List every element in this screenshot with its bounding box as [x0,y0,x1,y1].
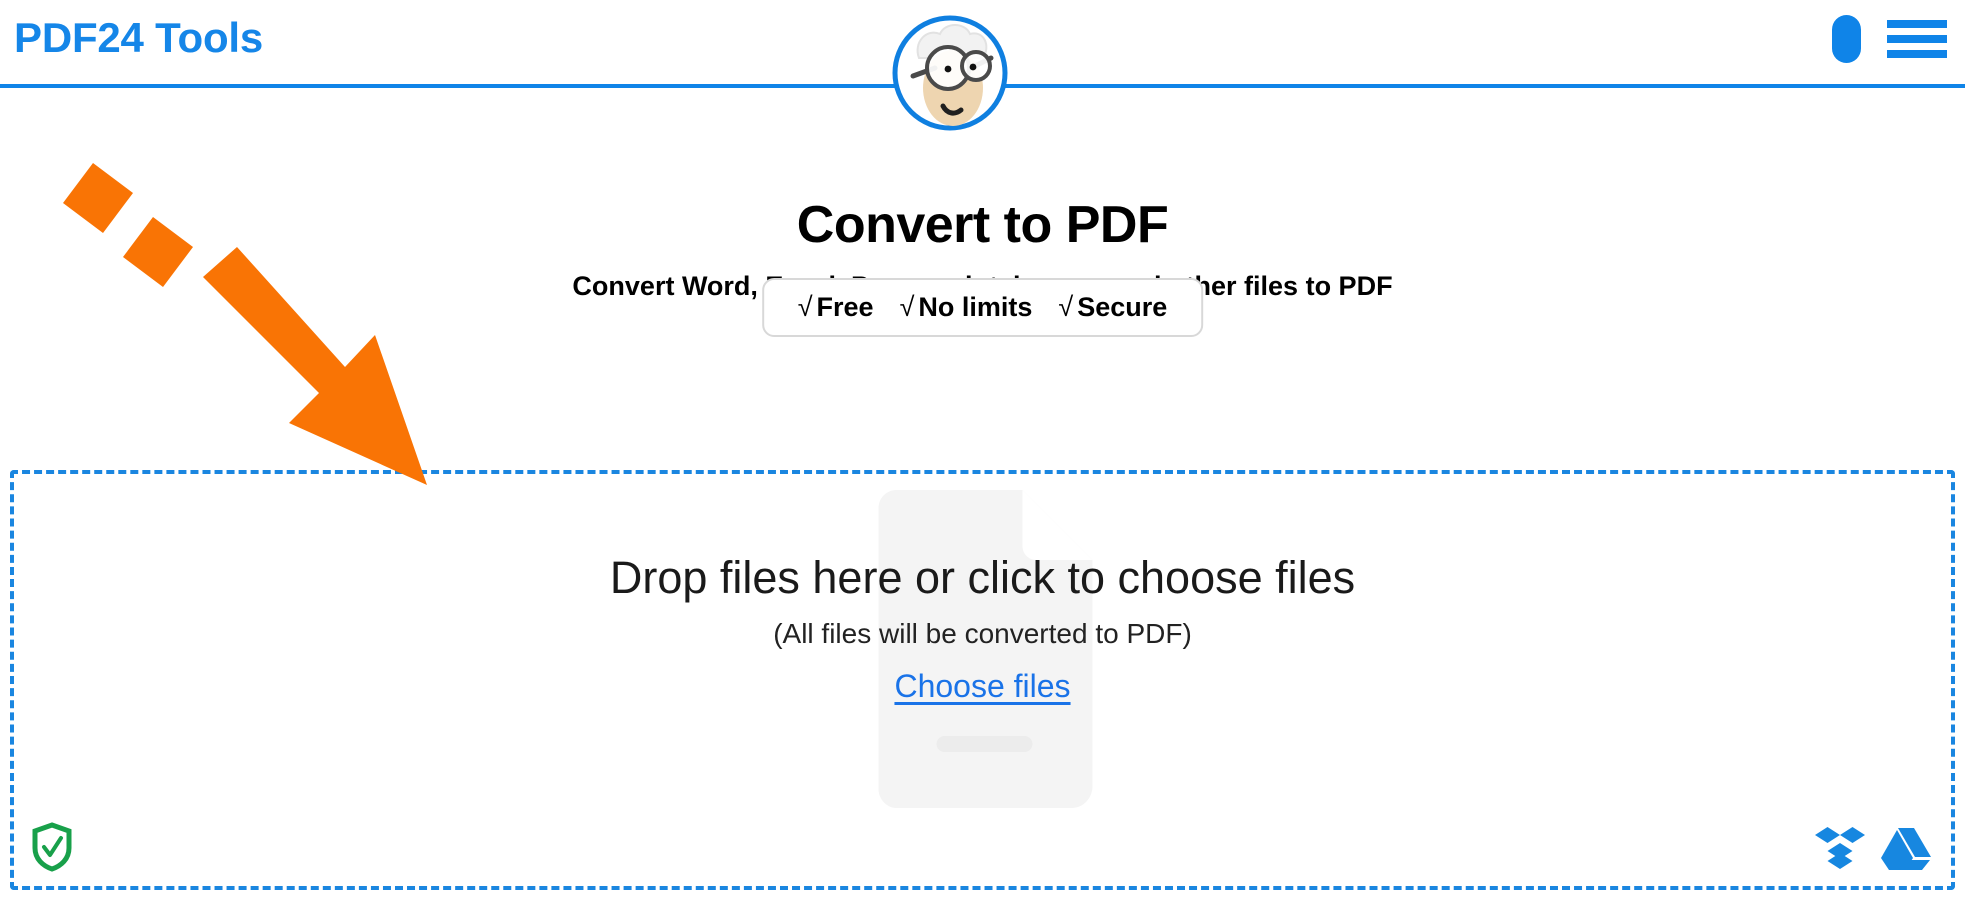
hamburger-bar [1887,35,1947,43]
hamburger-bar [1887,50,1947,58]
google-drive-icon[interactable] [1881,824,1931,872]
badge-secure: √ Secure [1058,292,1167,323]
hamburger-menu-icon[interactable] [1887,17,1947,61]
cloud-import-buttons [1815,824,1931,872]
shield-check-icon [32,822,72,872]
drop-zone-primary-text: Drop files here or click to choose files [609,552,1356,603]
drop-zone-secondary-text: (All files will be converted to PDF) [773,617,1192,649]
choose-files-link[interactable]: Choose files [894,668,1070,705]
badge-free: √ Free [798,292,874,323]
check-icon: √ [1058,292,1074,322]
file-drop-zone[interactable]: Drop files here or click to choose files… [10,470,1955,890]
feature-badge: √ Free √ No limits √ Secure [761,278,1204,337]
check-icon: √ [797,292,813,322]
badge-no-limits-label: No limits [918,292,1033,322]
hamburger-bar [1887,20,1947,28]
account-pill-icon[interactable] [1832,15,1861,63]
brand-logo-text[interactable]: PDF24 Tools [14,14,263,62]
badge-free-label: Free [816,292,874,322]
header-actions [1832,8,1947,70]
dropbox-icon[interactable] [1815,824,1865,872]
site-header: PDF24 Tools [0,0,1965,131]
pdf24-mascot-icon[interactable] [891,14,1009,132]
drop-zone-content: Drop files here or click to choose files… [14,474,1951,705]
badge-no-limits: √ No limits [900,292,1033,323]
check-icon: √ [899,292,915,322]
badge-secure-label: Secure [1077,292,1168,322]
